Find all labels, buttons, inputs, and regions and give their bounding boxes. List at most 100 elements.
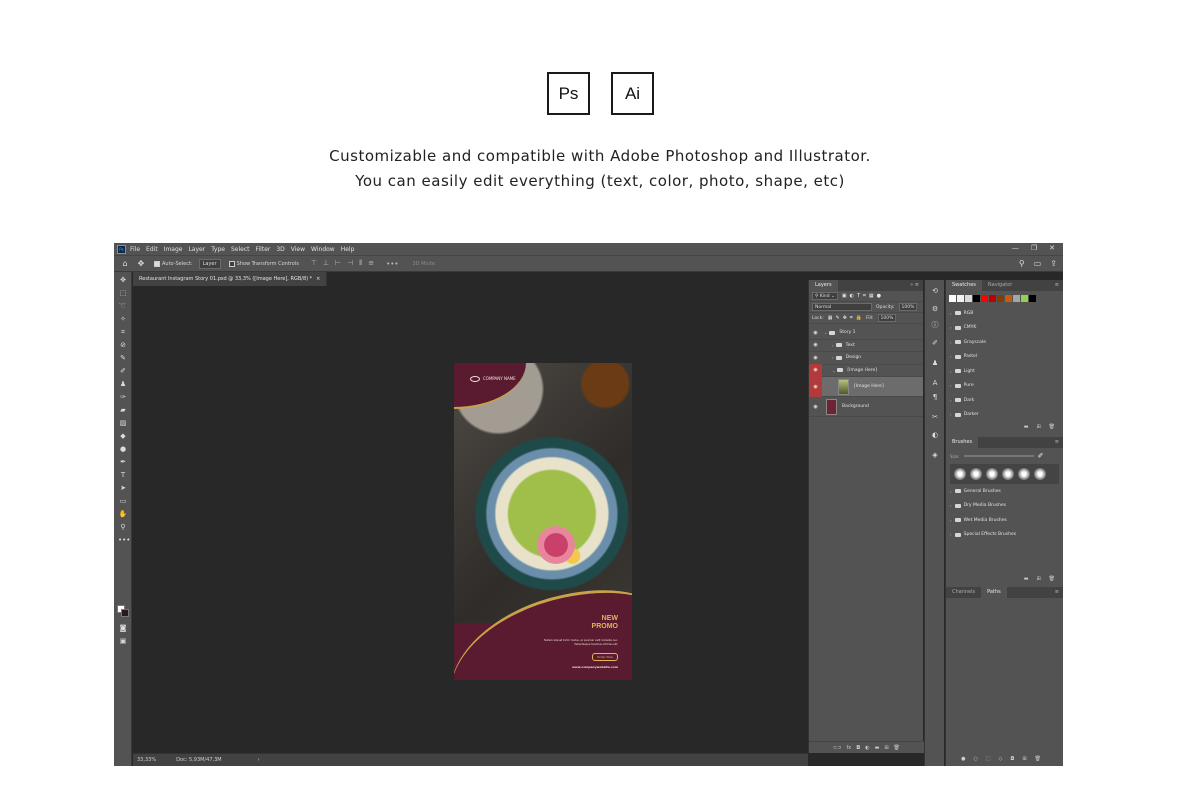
move-tool-icon[interactable]: ✥ (136, 259, 146, 269)
brush-group-row[interactable]: › General Brushes (946, 484, 1063, 499)
clone-source-icon[interactable]: ♟ (930, 358, 940, 368)
make-path-icon[interactable]: ◇ (999, 756, 1003, 762)
chevron-right-icon[interactable]: › (950, 518, 952, 523)
chevron-down-icon[interactable]: ⌄ (824, 330, 827, 335)
link-icon[interactable]: ⊂⊃ (833, 745, 841, 751)
brush-preset[interactable] (1002, 468, 1014, 480)
brush-group-row[interactable]: › Dry Media Brushes (946, 499, 1063, 514)
menu-file[interactable]: File (130, 246, 140, 253)
brush-preset[interactable] (954, 468, 966, 480)
brush-icon[interactable]: ✐ (118, 367, 128, 376)
brush-settings-icon[interactable]: ✐ (930, 338, 940, 348)
healing-icon[interactable]: ✎ (118, 354, 128, 363)
chevron-right-icon[interactable]: › (950, 503, 952, 508)
fx-icon[interactable]: fx (847, 745, 852, 751)
lasso-icon[interactable]: ➰ (118, 302, 128, 311)
pen-icon[interactable]: ✒ (118, 458, 128, 467)
tab-layers[interactable]: Layers (809, 280, 838, 291)
restore-button[interactable]: ❐ (1031, 244, 1037, 252)
swatch-group-row[interactable]: › RGB (946, 306, 1063, 321)
swatch-group-row[interactable]: › Dark (946, 393, 1063, 408)
chevron-right-icon[interactable]: › (950, 383, 952, 388)
brush-group-row[interactable]: › Special Effects Brushes (946, 528, 1063, 543)
chevron-right-icon[interactable]: › (950, 532, 952, 537)
kind-filter-dropdown[interactable]: ⚲ Kind ⌄ (812, 292, 838, 300)
swatches-menu-icon[interactable]: ≡ (1055, 282, 1059, 288)
filter-icons[interactable]: ▣ ◐ T ⌗ ▦ ● (842, 293, 881, 299)
color-swatch[interactable] (949, 295, 956, 302)
hand-icon[interactable]: ✋ (118, 510, 128, 519)
layer-row[interactable]: ◉ ⌄ Story 1 (809, 327, 923, 340)
color-swatch[interactable] (1013, 295, 1020, 302)
home-icon[interactable]: ⌂ (120, 259, 130, 269)
close-button[interactable]: ✕ (1049, 244, 1055, 252)
brush-size-slider[interactable] (963, 455, 1034, 457)
align-buttons[interactable]: ⊤ ⊥ ⊢ ⊣ ⫴ ≡ (311, 259, 374, 268)
chevron-right-icon[interactable]: › (950, 311, 952, 316)
trash-icon[interactable]: 🗑 (1035, 756, 1041, 762)
crop-icon[interactable]: ⌗ (118, 328, 128, 337)
marquee-icon[interactable]: ⬚ (118, 289, 128, 298)
visibility-eye-icon[interactable]: ◉ (809, 397, 822, 417)
swatch-group-row[interactable]: › Light (946, 364, 1063, 379)
transform-controls-checkbox[interactable]: Show Transform Controls (228, 260, 299, 267)
mask-icon[interactable]: ◘ (856, 745, 860, 751)
status-arrow-icon[interactable]: › (258, 757, 260, 763)
tab-navigator[interactable]: Navigator (982, 280, 1018, 291)
more-options-icon[interactable]: ••• (386, 260, 398, 268)
auto-select-checkbox[interactable]: Auto-Select: (154, 260, 193, 267)
brushes-menu-icon[interactable]: ≡ (1055, 439, 1059, 445)
stroke-path-icon[interactable]: ○ (973, 756, 977, 762)
chevron-right-icon[interactable]: › (950, 369, 952, 374)
new-group-icon[interactable]: ▬ (875, 745, 880, 751)
color-swatch[interactable] (1029, 295, 1036, 302)
menu-help[interactable]: Help (341, 246, 355, 253)
close-tab-icon[interactable]: × (316, 276, 320, 282)
recent-swatches[interactable] (946, 291, 1063, 306)
layers-icon[interactable]: ◈ (930, 450, 940, 460)
blur-icon[interactable]: ◆ (118, 432, 128, 441)
chevron-right-icon[interactable]: › (950, 398, 952, 403)
adjustments-icon[interactable]: ◐ (930, 430, 940, 440)
chevron-down-icon[interactable]: ⌄ (832, 368, 835, 373)
minimize-button[interactable]: — (1012, 244, 1019, 252)
new-path-icon[interactable]: ⊞ (1022, 756, 1026, 762)
more-tools-icon[interactable]: ••• (118, 536, 130, 545)
paths-menu-icon[interactable]: ≡ (1055, 589, 1059, 595)
document-tab[interactable]: Restaurant Instagram Story 01.psd @ 33,3… (133, 272, 328, 286)
new-brush-icon[interactable]: ⊞ (1036, 576, 1040, 582)
brush-preset[interactable] (970, 468, 982, 480)
menu-view[interactable]: View (291, 246, 305, 253)
chevron-right-icon[interactable]: › (832, 355, 834, 360)
brush-group-row[interactable]: › Wet Media Brushes (946, 513, 1063, 528)
load-selection-icon[interactable]: ⬚ (986, 756, 991, 762)
layer-row-selected[interactable]: ◉ [Image Here] (809, 376, 923, 397)
color-swatch[interactable] (1021, 295, 1028, 302)
auto-select-target-dropdown[interactable]: Layer (198, 258, 221, 269)
color-swatch[interactable] (989, 295, 996, 302)
tab-brushes[interactable]: Brushes (946, 437, 979, 448)
dodge-icon[interactable]: ● (118, 445, 128, 454)
brush-preset[interactable] (1034, 468, 1046, 480)
paragraph-icon[interactable]: ¶ (930, 392, 940, 402)
type-icon[interactable]: T (118, 471, 128, 480)
menu-edit[interactable]: Edit (146, 246, 158, 253)
blend-mode-dropdown[interactable]: Normal (812, 303, 872, 311)
brush-preset[interactable] (1018, 468, 1030, 480)
properties-icon[interactable]: ⚙ (930, 304, 940, 314)
swatch-group-row[interactable]: › Pure (946, 379, 1063, 394)
fill-field[interactable]: 100% (877, 314, 897, 322)
add-mask-icon[interactable]: ◘ (1010, 756, 1014, 762)
move-icon[interactable]: ✥ (118, 276, 128, 285)
swatch-group-row[interactable]: › Grayscale (946, 335, 1063, 350)
layer-row[interactable]: ◉ Background (809, 397, 923, 417)
character-icon[interactable]: A (930, 378, 940, 388)
color-swatch[interactable] (1005, 295, 1012, 302)
zoom-icon[interactable]: ⚲ (118, 523, 128, 532)
trash-icon[interactable]: 🗑 (894, 745, 900, 751)
background-color-swatch[interactable] (121, 609, 129, 617)
new-layer-icon[interactable]: ⊞ (884, 745, 888, 751)
color-swatch[interactable] (997, 295, 1004, 302)
share-icon[interactable]: ⇪ (1050, 259, 1057, 268)
color-swatch[interactable] (965, 295, 972, 302)
